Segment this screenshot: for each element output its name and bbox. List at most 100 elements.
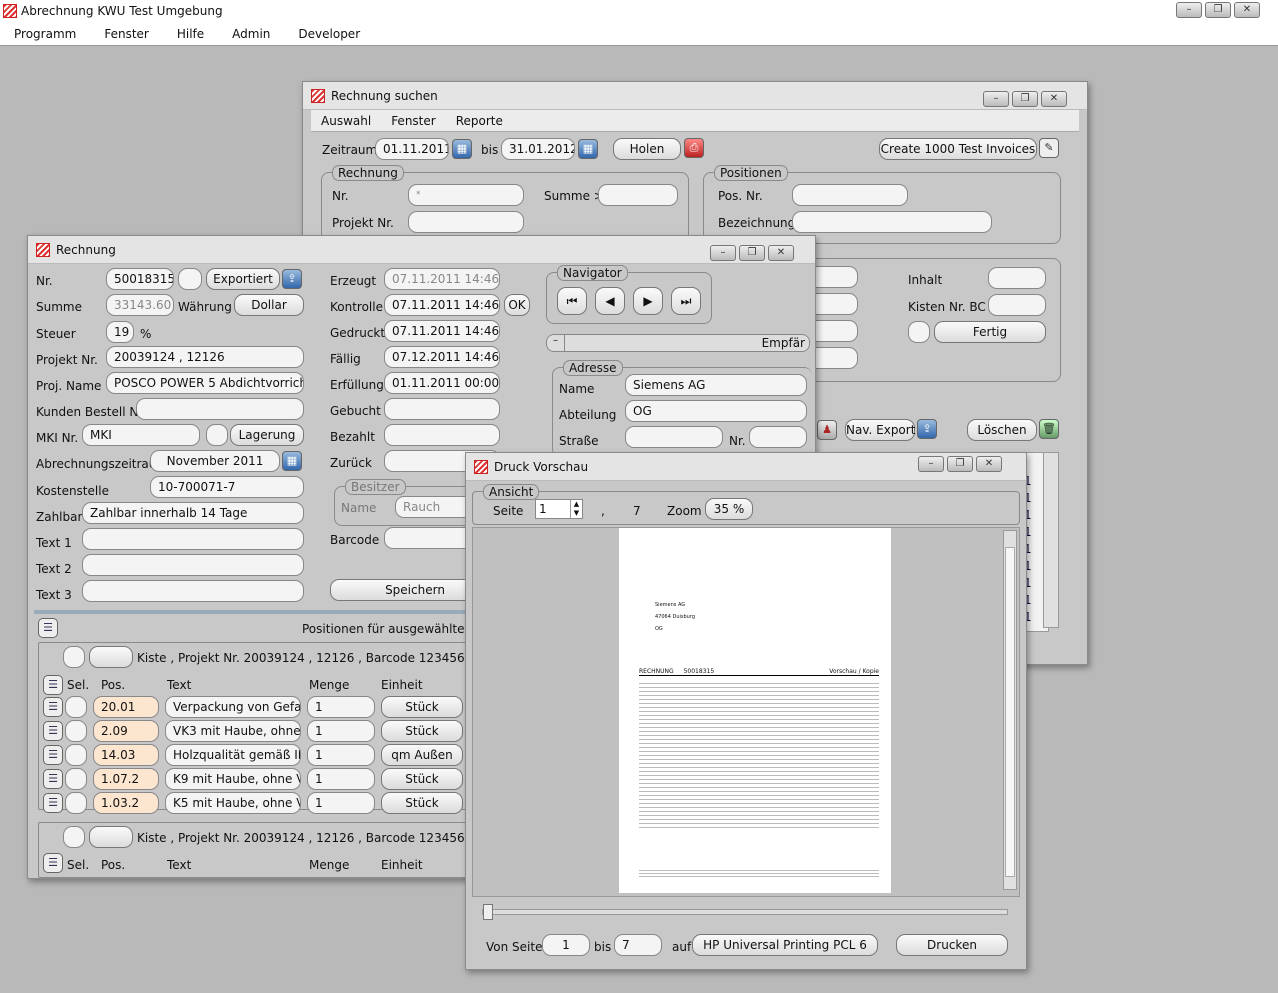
kiste2-button[interactable] bbox=[89, 826, 133, 848]
mki-field[interactable]: MKI bbox=[82, 424, 200, 446]
steuer-field[interactable]: 19 bbox=[106, 321, 134, 343]
fertig-checkbox[interactable] bbox=[908, 321, 930, 343]
exportiert-button[interactable]: Exportiert bbox=[206, 268, 280, 290]
adr-name-field[interactable]: Siemens AG bbox=[625, 374, 807, 396]
list-icon[interactable]: ☰ bbox=[38, 618, 58, 638]
nr-field[interactable]: 50018315 bbox=[106, 268, 174, 290]
row-menge[interactable]: 1 bbox=[307, 744, 375, 766]
collapse-icon[interactable]: – bbox=[547, 335, 565, 351]
zahlbar-field[interactable]: Zahlbar innerhalb 14 Tage bbox=[82, 502, 304, 524]
nav-export-button[interactable]: Nav. Export bbox=[845, 419, 915, 441]
calendar-icon[interactable]: ▦ bbox=[452, 139, 472, 159]
bezeichnung-input[interactable] bbox=[792, 211, 992, 233]
row-pos[interactable]: 2.09 bbox=[93, 720, 159, 742]
row-pos[interactable]: 14.03 bbox=[93, 744, 159, 766]
scroll-thumb[interactable] bbox=[1005, 547, 1015, 877]
row-pos[interactable]: 20.01 bbox=[93, 696, 159, 718]
row-menge[interactable]: 1 bbox=[307, 792, 375, 814]
text1-field[interactable] bbox=[82, 528, 304, 550]
row-menge[interactable]: 1 bbox=[307, 696, 375, 718]
lagerung-checkbox[interactable] bbox=[206, 424, 228, 446]
row-einheit[interactable]: Stück bbox=[381, 792, 463, 814]
zeitraum-to[interactable]: 31.01.2012 bbox=[501, 138, 575, 160]
posnr-input[interactable] bbox=[792, 184, 908, 206]
close-icon[interactable]: ✕ bbox=[976, 456, 1002, 472]
row-sel-checkbox[interactable] bbox=[65, 720, 87, 742]
menu-programm[interactable]: Programm bbox=[14, 27, 76, 41]
exportiert-checkbox[interactable] bbox=[178, 268, 202, 290]
list-icon[interactable]: ☰ bbox=[43, 853, 63, 873]
row-list-icon[interactable]: ☰ bbox=[43, 793, 63, 813]
export-icon[interactable]: ⇪ bbox=[917, 419, 937, 439]
ok-button[interactable]: OK bbox=[504, 294, 530, 316]
row-list-icon[interactable]: ☰ bbox=[43, 697, 63, 717]
minimize-icon[interactable]: – bbox=[1176, 2, 1202, 18]
table-row[interactable]: ☰ 14.03 Holzqualität gemäß IPP 1 qm Auße… bbox=[39, 743, 479, 767]
menu-fenster[interactable]: Fenster bbox=[391, 114, 436, 128]
kst-field[interactable]: 10-700071-7 bbox=[150, 476, 304, 498]
printer-select[interactable]: HP Universal Printing PCL 6 bbox=[692, 934, 878, 956]
eraser-icon[interactable]: ✎ bbox=[1039, 138, 1059, 158]
drucken-button[interactable]: Drucken bbox=[896, 934, 1008, 956]
erfuellung-field[interactable]: 01.11.2011 00:00:00 bbox=[384, 372, 500, 394]
spinner-arrows-icon[interactable]: ▲ ▼ bbox=[570, 500, 582, 518]
minimize-icon[interactable]: – bbox=[918, 456, 944, 472]
restore-icon[interactable]: ❐ bbox=[1205, 2, 1231, 18]
von-seite-field[interactable]: 1 bbox=[542, 934, 590, 956]
bezahlt-field[interactable] bbox=[384, 424, 500, 446]
restore-icon[interactable]: ❐ bbox=[739, 245, 765, 261]
menu-fenster[interactable]: Fenster bbox=[104, 27, 149, 41]
row-sel-checkbox[interactable] bbox=[65, 744, 87, 766]
abteilung-field[interactable]: OG bbox=[625, 400, 807, 422]
table-row[interactable]: ☰ 2.09 VK3 mit Haube, ohne V 1 Stück bbox=[39, 719, 479, 743]
preview-scrollbar[interactable] bbox=[1003, 530, 1017, 890]
kunden-field[interactable] bbox=[136, 398, 304, 420]
inhalt-input[interactable] bbox=[988, 267, 1046, 289]
zoom-select[interactable]: 35 % bbox=[705, 498, 753, 520]
row-menge[interactable]: 1 bbox=[307, 768, 375, 790]
nav-next-icon[interactable]: ▶ bbox=[633, 287, 663, 315]
summe-input[interactable] bbox=[598, 184, 678, 206]
nav-first-icon[interactable]: ⏮ bbox=[557, 287, 587, 315]
gedruckt-field[interactable]: 07.11.2011 14:46:09 bbox=[384, 320, 500, 342]
nav-last-icon[interactable]: ⏭ bbox=[671, 287, 701, 315]
minimize-icon[interactable]: – bbox=[710, 245, 736, 261]
faellig-field[interactable]: 07.12.2011 14:46:09 bbox=[384, 346, 500, 368]
lagerung-button[interactable]: Lagerung bbox=[230, 424, 304, 446]
kisten-input[interactable] bbox=[988, 294, 1046, 316]
gebucht-field[interactable] bbox=[384, 398, 500, 420]
row-einheit[interactable]: Stück bbox=[381, 768, 463, 790]
row-sel-checkbox[interactable] bbox=[65, 792, 87, 814]
row-sel-checkbox[interactable] bbox=[65, 768, 87, 790]
row-pos[interactable]: 1.07.2 bbox=[93, 768, 159, 790]
restore-icon[interactable]: ❐ bbox=[1012, 91, 1038, 107]
kontrolle-field[interactable]: 07.11.2011 14:46:09 bbox=[384, 294, 500, 316]
menu-reporte[interactable]: Reporte bbox=[456, 114, 503, 128]
person-icon[interactable]: ♟ bbox=[817, 420, 837, 440]
results-scrollbar[interactable] bbox=[1043, 452, 1059, 628]
close-icon[interactable]: ✕ bbox=[1041, 91, 1067, 107]
slider-handle[interactable] bbox=[483, 904, 493, 920]
kiste1-checkbox[interactable] bbox=[63, 646, 85, 668]
table-row[interactable]: ☰ 1.07.2 K9 mit Haube, ohne Ve 1 Stück bbox=[39, 767, 479, 791]
minimize-icon[interactable]: – bbox=[983, 91, 1009, 107]
export-icon[interactable]: ⇪ bbox=[282, 269, 302, 289]
text3-field[interactable] bbox=[82, 580, 304, 602]
strasse-field[interactable] bbox=[625, 426, 723, 448]
row-menge[interactable]: 1 bbox=[307, 720, 375, 742]
bis-field[interactable]: 7 bbox=[614, 934, 662, 956]
zoom-slider[interactable] bbox=[482, 904, 1008, 920]
row-einheit[interactable]: qm Außen bbox=[381, 744, 463, 766]
row-einheit[interactable]: Stück bbox=[381, 720, 463, 742]
row-list-icon[interactable]: ☰ bbox=[43, 745, 63, 765]
calendar-icon[interactable]: ▦ bbox=[578, 139, 598, 159]
table-row[interactable]: ☰ 1.03.2 K5 mit Haube, ohne Ve 1 Stück bbox=[39, 791, 479, 815]
close-icon[interactable]: ✕ bbox=[1234, 2, 1260, 18]
row-pos[interactable]: 1.03.2 bbox=[93, 792, 159, 814]
zeitraum-from[interactable]: 01.11.2011 bbox=[375, 138, 449, 160]
menu-auswahl[interactable]: Auswahl bbox=[321, 114, 371, 128]
calendar-icon[interactable]: ▦ bbox=[282, 451, 302, 471]
nav-prev-icon[interactable]: ◀ bbox=[595, 287, 625, 315]
row-sel-checkbox[interactable] bbox=[65, 696, 87, 718]
fertig-button[interactable]: Fertig bbox=[934, 321, 1046, 343]
